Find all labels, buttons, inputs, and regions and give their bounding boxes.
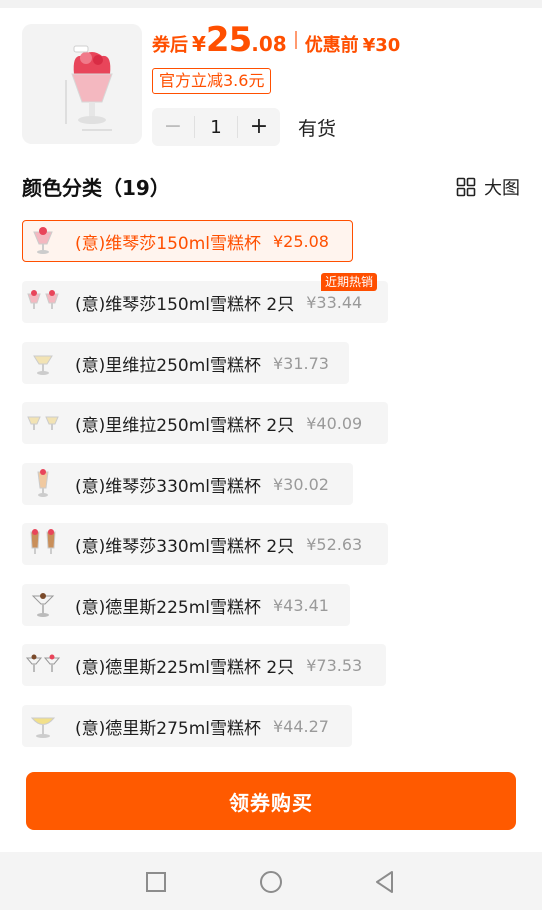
section-title: 颜色分类（19）	[22, 176, 170, 200]
quantity-value[interactable]: 1	[195, 117, 237, 138]
variant-name: (意)里维拉250ml雪糕杯 2只	[75, 415, 295, 436]
cup-icon	[23, 706, 63, 746]
cup-pair-icon	[23, 645, 63, 685]
variant-price: ¥43.41	[273, 595, 329, 615]
stock-status: 有货	[298, 118, 337, 140]
system-nav-bar	[0, 852, 542, 910]
price-line: 券后 ¥ 25 .08 优惠前 ¥ 30	[152, 20, 400, 60]
variant-option[interactable]: (意)里维拉250ml雪糕杯 2只 ¥40.09	[22, 402, 388, 444]
discount-tag: 官方立减3.6元	[152, 68, 272, 94]
variant-price: ¥52.63	[306, 534, 363, 554]
hot-sale-badge: 近期热销	[321, 273, 378, 291]
variant-name: (意)德里斯275ml雪糕杯	[75, 718, 261, 739]
original-price-currency: ¥	[362, 35, 376, 56]
circle-icon[interactable]	[258, 869, 284, 895]
variant-option[interactable]: (意)维琴莎150ml雪糕杯 ¥25.08	[22, 220, 353, 262]
variant-name: (意)维琴莎330ml雪糕杯 2只	[75, 536, 295, 557]
variant-name: (意)维琴莎150ml雪糕杯	[75, 233, 261, 254]
original-price-value: 30	[375, 35, 401, 56]
variant-option[interactable]: (意)德里斯275ml雪糕杯 ¥44.27	[22, 705, 352, 747]
variant-name: (意)德里斯225ml雪糕杯 2只	[75, 657, 295, 678]
cup-pair-icon	[23, 524, 63, 564]
variant-option[interactable]: (意)德里斯225ml雪糕杯 2只 ¥73.53	[22, 644, 386, 686]
variant-price: ¥25.08	[273, 231, 329, 251]
variant-option[interactable]: (意)维琴莎330ml雪糕杯 2只 ¥52.63	[22, 523, 388, 565]
variant-price: ¥30.02	[273, 474, 329, 494]
cup-icon	[23, 343, 63, 383]
variant-price: ¥44.27	[273, 716, 329, 736]
variant-price: ¥31.73	[273, 353, 329, 373]
cup-icon	[23, 221, 63, 261]
quantity-stepper: − 1 +	[152, 108, 280, 146]
big-view-label: 大图	[484, 178, 520, 199]
variant-name: (意)维琴莎150ml雪糕杯 2只	[75, 294, 295, 315]
cup-icon	[23, 585, 63, 625]
product-image[interactable]	[22, 24, 142, 144]
variant-name: (意)维琴莎330ml雪糕杯	[75, 476, 261, 497]
variant-price: ¥40.09	[306, 413, 363, 433]
big-view-button[interactable]: 大图	[456, 174, 520, 200]
variant-name: (意)德里斯225ml雪糕杯	[75, 597, 261, 618]
increase-button[interactable]: +	[238, 108, 280, 146]
variant-option[interactable]: (意)里维拉250ml雪糕杯 ¥31.73	[22, 342, 349, 384]
grid-icon	[456, 177, 476, 197]
variant-price: ¥33.44	[306, 292, 363, 312]
top-strip	[0, 0, 542, 8]
cup-pair-icon	[23, 282, 63, 322]
price-prefix: 券后	[152, 35, 188, 56]
coupon-buy-button[interactable]: 领券购买	[26, 772, 516, 830]
variant-price: ¥73.53	[306, 655, 363, 675]
cup-icon	[23, 464, 63, 504]
original-price-label: 优惠前	[304, 35, 359, 56]
decrease-button[interactable]: −	[152, 108, 194, 146]
price-integer: 25	[205, 20, 252, 60]
square-icon[interactable]	[143, 869, 169, 895]
variant-option[interactable]: (意)德里斯225ml雪糕杯 ¥43.41	[22, 584, 350, 626]
price-divider	[294, 31, 297, 49]
triangle-back-icon[interactable]	[372, 869, 398, 895]
variant-name: (意)里维拉250ml雪糕杯	[75, 355, 261, 376]
variant-option[interactable]: (意)维琴莎330ml雪糕杯 ¥30.02	[22, 463, 353, 505]
cup-pair-icon	[23, 403, 63, 443]
price-currency: ¥	[192, 32, 206, 56]
price-decimal: .08	[251, 32, 287, 56]
